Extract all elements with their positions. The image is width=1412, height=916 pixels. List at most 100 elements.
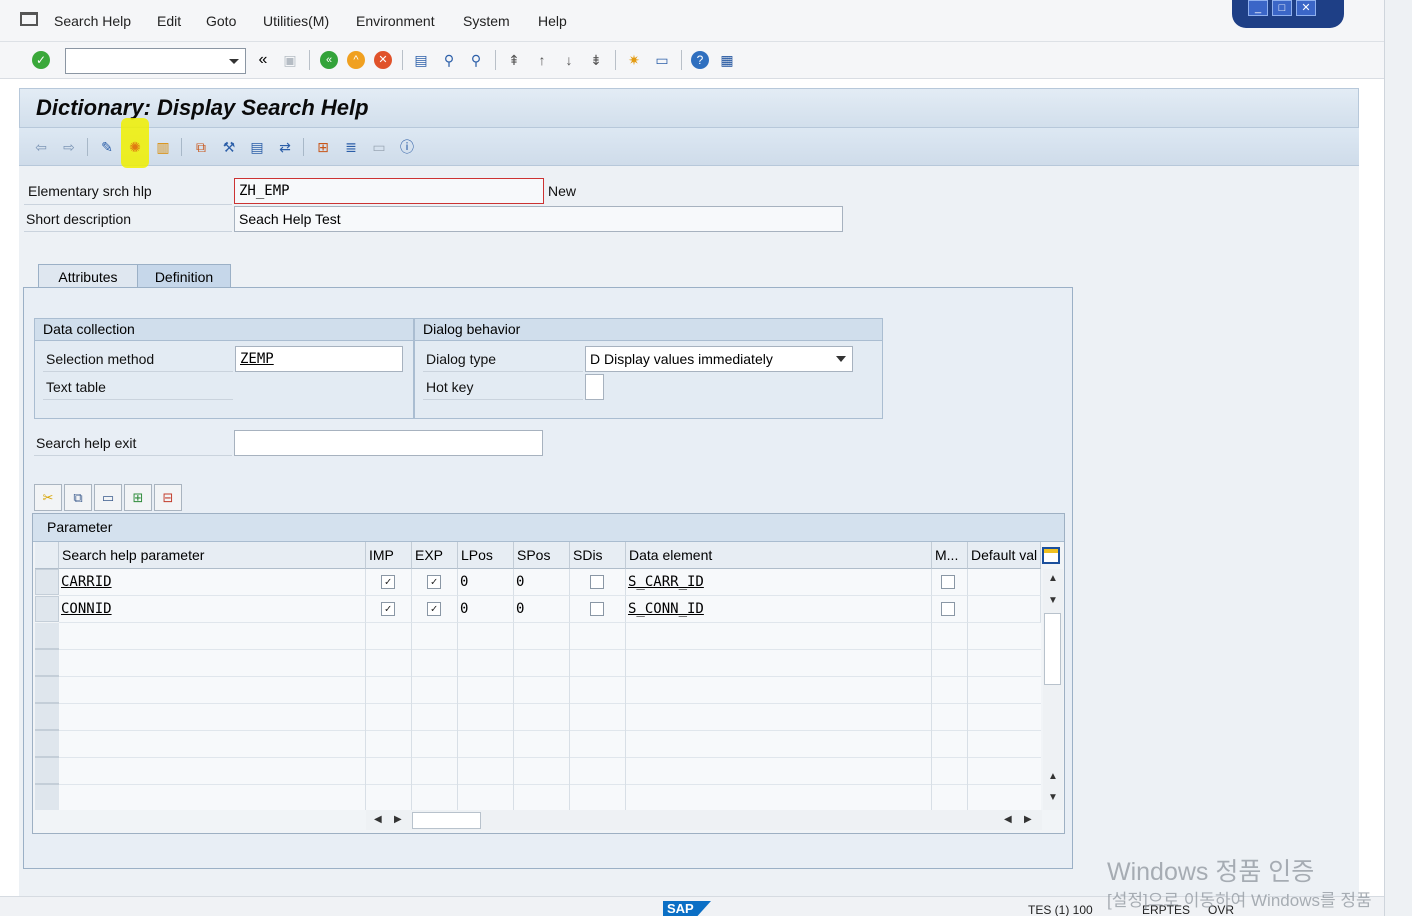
- col-data-element[interactable]: Data element: [626, 542, 932, 569]
- hot-key-field[interactable]: [585, 374, 604, 400]
- first-page-icon[interactable]: ⇞: [504, 50, 524, 70]
- close-button[interactable]: ✕: [1296, 0, 1316, 16]
- m-checkbox[interactable]: [941, 602, 955, 616]
- navigation-icon[interactable]: ⇄: [275, 137, 295, 157]
- sdis-checkbox[interactable]: [590, 575, 604, 589]
- horizontal-scrollbar-left[interactable]: ◀ ▶: [366, 810, 412, 830]
- col-m[interactable]: M...: [932, 542, 968, 569]
- copy-icon[interactable]: ⧉: [64, 484, 92, 511]
- paste-icon[interactable]: ▭: [94, 484, 122, 511]
- scroll-down-icon[interactable]: ▼: [1048, 792, 1058, 803]
- menu-search-help[interactable]: Search Help: [54, 13, 131, 29]
- col-search-help-parameter[interactable]: Search help parameter: [59, 542, 366, 569]
- previous-page-icon[interactable]: ↑: [532, 50, 552, 70]
- tab-attributes[interactable]: Attributes: [38, 264, 138, 288]
- double-chevron-left-icon[interactable]: «: [253, 50, 273, 70]
- menu-help[interactable]: Help: [538, 13, 567, 29]
- elementary-srch-hlp-field[interactable]: ZH_EMP: [234, 178, 544, 204]
- enter-icon[interactable]: ✓: [31, 50, 51, 70]
- documentation-icon[interactable]: ▭: [369, 137, 389, 157]
- display-object-list-icon[interactable]: ▤: [247, 137, 267, 157]
- cell-data-element[interactable]: S_CARR_ID: [626, 569, 932, 596]
- col-select-all[interactable]: [35, 542, 59, 569]
- menu-environment[interactable]: Environment: [356, 13, 435, 29]
- menu-icon[interactable]: [20, 12, 38, 26]
- col-imp[interactable]: IMP: [366, 542, 412, 569]
- scroll-thumb[interactable]: [412, 812, 481, 829]
- hierarchy-icon[interactable]: ⊞: [313, 137, 333, 157]
- minimize-button[interactable]: _: [1248, 0, 1268, 16]
- info-icon[interactable]: ⓘ: [397, 137, 417, 157]
- help-icon[interactable]: ?: [690, 50, 710, 70]
- m-checkbox[interactable]: [941, 575, 955, 589]
- sdis-checkbox[interactable]: [590, 602, 604, 616]
- menu-edit[interactable]: Edit: [157, 13, 181, 29]
- scroll-up-icon[interactable]: ▲: [1048, 573, 1058, 584]
- short-description-field[interactable]: Seach Help Test: [234, 206, 843, 232]
- menu-utilities[interactable]: Utilities(M): [263, 13, 329, 29]
- search-help-exit-field[interactable]: [234, 430, 543, 456]
- find-next-icon[interactable]: ⚲: [466, 50, 486, 70]
- scroll-left-icon[interactable]: ◀: [1004, 814, 1012, 825]
- save-icon[interactable]: ▣: [280, 50, 300, 70]
- cut-icon[interactable]: ✂: [34, 484, 62, 511]
- chevron-down-icon[interactable]: [836, 356, 846, 362]
- customize-layout-icon[interactable]: ▦: [717, 50, 737, 70]
- col-sdis[interactable]: SDis: [570, 542, 626, 569]
- cell-default[interactable]: [968, 569, 1041, 596]
- cell-param[interactable]: CONNID: [59, 596, 366, 623]
- col-default-val[interactable]: Default val: [968, 542, 1041, 569]
- scroll-down-icon[interactable]: ▼: [1048, 595, 1058, 606]
- maximize-button[interactable]: □: [1272, 0, 1292, 16]
- chevron-down-icon[interactable]: [229, 59, 239, 64]
- exit-icon[interactable]: ^: [346, 50, 366, 70]
- cell-param[interactable]: CARRID: [59, 569, 366, 596]
- find-icon[interactable]: ⚲: [439, 50, 459, 70]
- column-settings-icon[interactable]: [1042, 547, 1060, 564]
- align-icon[interactable]: ≣: [341, 137, 361, 157]
- shortcut-icon[interactable]: ▭: [652, 50, 672, 70]
- status-system[interactable]: TES (1) 100: [1028, 903, 1093, 916]
- delete-row-icon[interactable]: ⊟: [154, 484, 182, 511]
- tab-definition[interactable]: Definition: [137, 264, 231, 288]
- exp-checkbox[interactable]: ✓: [427, 602, 441, 616]
- dialog-type-dropdown[interactable]: D Display values immediately: [585, 346, 853, 372]
- empty-row-selectors[interactable]: [35, 623, 59, 810]
- cell-spos[interactable]: 0: [514, 569, 570, 596]
- scroll-right-icon[interactable]: ▶: [394, 814, 402, 825]
- command-field[interactable]: [65, 48, 246, 74]
- menu-system[interactable]: System: [463, 13, 510, 29]
- cell-default[interactable]: [968, 596, 1041, 623]
- print-icon[interactable]: ▤: [411, 50, 431, 70]
- insert-row-icon[interactable]: ⊞: [124, 484, 152, 511]
- menu-goto[interactable]: Goto: [206, 13, 236, 29]
- cell-lpos[interactable]: 0: [458, 569, 514, 596]
- col-spos[interactable]: SPos: [514, 542, 570, 569]
- row-selector[interactable]: [35, 569, 59, 595]
- vertical-scrollbar[interactable]: ▲ ▼ ▲ ▼: [1043, 569, 1063, 810]
- scroll-right-icon[interactable]: ▶: [1024, 814, 1032, 825]
- activate-icon[interactable]: ✺: [125, 137, 145, 157]
- imp-checkbox[interactable]: ✓: [381, 602, 395, 616]
- cell-data-element[interactable]: S_CONN_ID: [626, 596, 932, 623]
- cell-lpos[interactable]: 0: [458, 596, 514, 623]
- last-page-icon[interactable]: ⇟: [586, 50, 606, 70]
- cancel-icon[interactable]: ✕: [373, 50, 393, 70]
- test-icon[interactable]: ⚒: [219, 137, 239, 157]
- row-selector[interactable]: [35, 596, 59, 622]
- new-session-icon[interactable]: ✷: [624, 50, 644, 70]
- horizontal-scrollbar[interactable]: ◀ ▶: [412, 810, 1042, 830]
- scroll-left-icon[interactable]: ◀: [374, 814, 382, 825]
- scroll-up-icon[interactable]: ▲: [1048, 771, 1058, 782]
- scroll-thumb[interactable]: [1044, 613, 1061, 685]
- next-page-icon[interactable]: ↓: [559, 50, 579, 70]
- col-exp[interactable]: EXP: [412, 542, 458, 569]
- imp-checkbox[interactable]: ✓: [381, 575, 395, 589]
- cell-spos[interactable]: 0: [514, 596, 570, 623]
- back-icon[interactable]: «: [319, 50, 339, 70]
- exp-checkbox[interactable]: ✓: [427, 575, 441, 589]
- where-used-icon[interactable]: ⧉: [191, 137, 211, 157]
- col-lpos[interactable]: LPos: [458, 542, 514, 569]
- other-object-icon[interactable]: ▥: [153, 137, 173, 157]
- selection-method-field[interactable]: ZEMP: [235, 346, 403, 372]
